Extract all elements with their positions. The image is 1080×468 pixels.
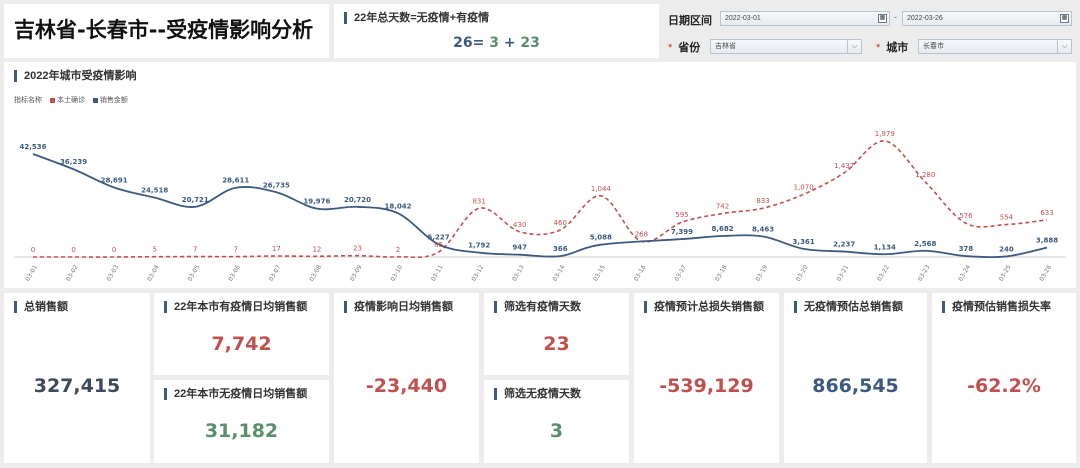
days-eq-sign: = (472, 35, 485, 51)
province-label-text: 省份 (678, 42, 701, 54)
date-separator: - (894, 12, 897, 22)
kpi-covid-days-label: 筛选有疫情天数 (494, 301, 581, 313)
kpi-loss-rate-value: -62.2% (967, 375, 1041, 397)
days-covid: 23 (520, 35, 540, 51)
city-value: 长春市 (923, 43, 944, 50)
days-panel: 22年总天数=无疫情+有疫情 26= 3 + 23 (334, 4, 659, 58)
kpi-loss-rate: 疫情预估销售损失率 -62.2% (932, 293, 1076, 463)
kpi-est-loss-value: -539,129 (659, 375, 754, 397)
legend-swatch-cases (49, 97, 55, 103)
kpi-total-sales-label: 总销售额 (14, 301, 68, 313)
date-start-value: 2022-03-01 (725, 15, 761, 22)
days-label: 22年总天数=无疫情+有疫情 (344, 12, 489, 24)
kpi-est-no-covid-label: 无疫情预估总销售额 (794, 301, 903, 313)
legend-cases: 本土确诊 (56, 97, 85, 104)
page-title: 吉林省-长春市--受疫情影响分析 (14, 18, 314, 42)
city-label: * 城市 (876, 39, 908, 55)
title-panel: 吉林省-长春市--受疫情影响分析 (4, 4, 329, 58)
kpi-est-loss: 疫情预计总损失销售额 -539,129 (634, 293, 779, 463)
chart-panel: 2022年城市受疫情影响 (4, 62, 1076, 288)
legend-prefix: 指标名称 (14, 97, 42, 104)
kpi-no-covid-days: 筛选无疫情天数 3 (484, 380, 629, 463)
kpi-no-covid-daily-value: 31,182 (204, 420, 279, 442)
province-value: 吉林省 (715, 43, 736, 50)
kpi-est-loss-label: 疫情预计总损失销售额 (644, 301, 764, 313)
date-range-label: 日期区间 (668, 15, 712, 27)
chart-legend: 指标名称 本土确诊 销售金额 (14, 95, 128, 105)
kpi-covid-daily-value: 7,742 (211, 333, 272, 355)
date-start-input[interactable]: 2022-03-01 ▦ (720, 11, 890, 26)
days-equation: 26= 3 + 23 (334, 35, 659, 51)
kpi-est-no-covid-value: 866,545 (812, 375, 899, 397)
city-label-text: 城市 (886, 42, 909, 54)
kpi-no-covid-days-label: 筛选无疫情天数 (494, 388, 581, 400)
required-mark: * (876, 42, 881, 54)
kpi-impact-daily-value: -23,440 (365, 375, 448, 397)
kpi-covid-days: 筛选有疫情天数 23 (484, 293, 629, 375)
required-mark: * (668, 42, 673, 54)
kpi-loss-rate-label: 疫情预估销售损失率 (942, 301, 1051, 313)
filters-panel: 日期区间 2022-03-01 ▦ - 2022-03-26 ▦ * 省份 吉林省… (664, 4, 1076, 58)
kpi-covid-daily-label: 22年本市有疫情日均销售额 (164, 301, 307, 313)
kpi-no-covid-daily: 22年本市无疫情日均销售额 31,182 (154, 380, 329, 463)
city-select[interactable]: 长春市 ⌵ (918, 39, 1072, 54)
kpi-total-sales-value: 327,415 (33, 375, 121, 397)
kpi-covid-daily: 22年本市有疫情日均销售额 7,742 (154, 293, 329, 375)
province-label: * 省份 (668, 39, 700, 55)
date-end-value: 2022-03-26 (907, 15, 943, 22)
kpi-est-no-covid: 无疫情预估总销售额 866,545 (784, 293, 927, 463)
days-no-covid: 3 (489, 35, 499, 51)
legend-sales: 销售金额 (99, 97, 128, 104)
chevron-down-icon[interactable]: ⌵ (1057, 40, 1071, 53)
kpi-impact-daily-label: 疫情影响日均销售额 (344, 301, 453, 313)
days-plus-sign: + (503, 35, 516, 51)
kpi-covid-days-value: 23 (543, 333, 570, 355)
chart-title: 2022年城市受疫情影响 (14, 70, 136, 82)
legend-swatch-sales (92, 97, 98, 103)
kpi-total-sales: 总销售额 327,415 (4, 293, 150, 463)
calendar-icon[interactable]: ▦ (878, 14, 887, 23)
province-select[interactable]: 吉林省 ⌵ (710, 39, 862, 54)
days-total: 26 (453, 35, 473, 51)
kpi-no-covid-days-value: 3 (549, 420, 564, 442)
chevron-down-icon[interactable]: ⌵ (847, 40, 861, 53)
kpi-no-covid-daily-label: 22年本市无疫情日均销售额 (164, 388, 307, 400)
kpi-impact-daily: 疫情影响日均销售额 -23,440 (334, 293, 479, 463)
date-end-input[interactable]: 2022-03-26 ▦ (902, 11, 1072, 26)
calendar-icon[interactable]: ▦ (1060, 14, 1069, 23)
